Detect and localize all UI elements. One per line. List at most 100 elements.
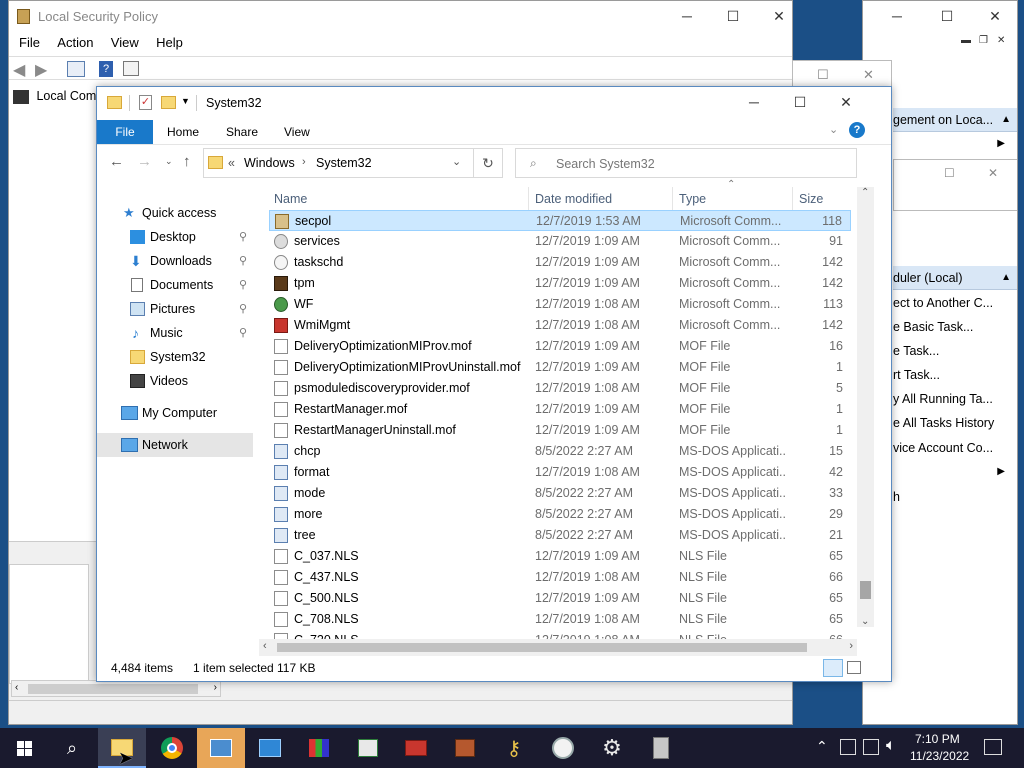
horizontal-scrollbar[interactable]: ‹ › bbox=[259, 639, 857, 656]
menu-action[interactable]: Action bbox=[57, 35, 93, 50]
taskbar-toolbox[interactable] bbox=[392, 728, 440, 768]
properties-icon[interactable] bbox=[123, 61, 139, 76]
action-service-account[interactable]: vice Account Co... bbox=[893, 441, 993, 455]
action-import-task[interactable]: rt Task... bbox=[893, 368, 940, 382]
menu-help[interactable]: Help bbox=[156, 35, 183, 50]
toolbox-file-icon bbox=[274, 318, 288, 333]
submenu-arrow-icon-2[interactable]: ▶ bbox=[997, 466, 1005, 477]
actions-header-2[interactable]: duler (Local) ▲ bbox=[893, 266, 1017, 290]
secpol-tree-root[interactable]: Local Comp bbox=[13, 87, 103, 105]
tray-network-icon[interactable] bbox=[863, 739, 879, 755]
scroll-left-icon[interactable]: ‹ bbox=[15, 682, 18, 693]
mdi-close-button[interactable]: ✕ bbox=[997, 35, 1005, 46]
mdi-restore-button[interactable]: ❐ bbox=[979, 35, 988, 46]
back-arrow-icon[interactable]: ◀ bbox=[13, 60, 25, 80]
scroll-down-icon[interactable]: ⌄ bbox=[861, 616, 869, 627]
scroll-right-icon[interactable]: › bbox=[849, 640, 853, 652]
menu-file[interactable]: File bbox=[19, 35, 40, 50]
mmc-close-button[interactable]: ✕ bbox=[975, 1, 1015, 31]
taskbar-task-scheduler[interactable] bbox=[539, 728, 587, 768]
file-type: MOF File bbox=[679, 381, 731, 395]
file-row[interactable]: RestartManager.mof 12/7/2019 1:09 AM MOF F… bbox=[269, 399, 851, 420]
file-name: C_720.NLS bbox=[294, 630, 359, 639]
search-button[interactable]: ⌕ bbox=[48, 728, 96, 768]
secpol-hscroll[interactable]: ‹ › bbox=[11, 680, 221, 697]
file-row[interactable]: WF 12/7/2019 1:08 AM Microsoft Comm... 113 bbox=[269, 294, 851, 315]
file-row[interactable]: DeliveryOptimizationMIProv.mof 12/7/2019 … bbox=[269, 336, 851, 357]
secpol-maximize-button[interactable]: ☐ bbox=[710, 1, 756, 31]
collapse-up-icon-2[interactable]: ▲ bbox=[1001, 266, 1011, 290]
file-row[interactable]: format 12/7/2019 1:08 AM MS-DOS Applicati.… bbox=[269, 462, 851, 483]
file-date: 8/5/2022 2:27 AM bbox=[535, 486, 633, 500]
tray-volume-icon[interactable]: 🔈︎ bbox=[886, 737, 896, 755]
file-type: Microsoft Comm... bbox=[680, 214, 782, 228]
file-row[interactable]: secpol 12/7/2019 1:53 AM Microsoft Comm...… bbox=[269, 210, 851, 231]
vertical-scrollbar[interactable]: ⌃ ⌄ bbox=[857, 187, 874, 627]
inner-maximize-button[interactable]: ☐ bbox=[944, 166, 955, 180]
file-row[interactable]: C_708.NLS 12/7/2019 1:08 AM NLS File 65 bbox=[269, 609, 851, 630]
tray-chevron-icon[interactable]: ⌃ bbox=[816, 738, 828, 755]
secpol-close-button[interactable]: ✕ bbox=[756, 1, 792, 31]
scroll-up-icon[interactable]: ⌃ bbox=[861, 187, 869, 198]
taskbar-app-photo[interactable] bbox=[197, 728, 245, 768]
taskbar-app-server[interactable] bbox=[637, 728, 685, 768]
mdi-minimize-button[interactable]: ▬ bbox=[961, 35, 971, 46]
file-row[interactable]: C_037.NLS 12/7/2019 1:09 AM NLS File 65 bbox=[269, 546, 851, 567]
help-icon[interactable]: ? bbox=[99, 61, 113, 77]
actions-header-1[interactable]: gement on Loca... ▲ bbox=[893, 108, 1017, 132]
taskbar-services[interactable]: ⚙ bbox=[588, 728, 636, 768]
file-row[interactable]: chcp 8/5/2022 2:27 AM MS-DOS Applicati... 1… bbox=[269, 441, 851, 462]
file-row[interactable]: taskschd 12/7/2019 1:09 AM Microsoft Comm.… bbox=[269, 252, 851, 273]
secpol-minimize-button[interactable]: ─ bbox=[664, 1, 710, 31]
action-display-running[interactable]: y All Running Ta... bbox=[893, 392, 993, 406]
collapse-up-icon[interactable]: ▲ bbox=[1001, 108, 1011, 132]
inner-close-button[interactable]: ✕ bbox=[988, 166, 998, 180]
gear-file-icon bbox=[274, 234, 288, 249]
taskbar-app-shapes[interactable] bbox=[295, 728, 343, 768]
taskbar-chrome[interactable] bbox=[148, 728, 196, 768]
file-row[interactable]: mode 8/5/2022 2:27 AM MS-DOS Applicati... 3… bbox=[269, 483, 851, 504]
secpol-titlebar[interactable]: Local Security Policy ─ ☐ ✕ bbox=[9, 1, 792, 32]
clock-date[interactable]: 11/23/2022 bbox=[910, 749, 969, 763]
forward-arrow-icon[interactable]: ▶ bbox=[35, 60, 47, 80]
file-row[interactable]: more 8/5/2022 2:27 AM MS-DOS Applicati... 2… bbox=[269, 504, 851, 525]
file-row[interactable]: C_437.NLS 12/7/2019 1:08 AM NLS File 66 bbox=[269, 567, 851, 588]
file-row[interactable]: C_720.NLS 12/7/2019 1:08 AM NLS File 66 bbox=[269, 630, 851, 639]
taskbar-app-keys[interactable]: ⚷ bbox=[490, 728, 538, 768]
clock-time[interactable]: 7:10 PM bbox=[915, 732, 960, 746]
details-view-icon[interactable] bbox=[823, 659, 843, 677]
action-create-task[interactable]: e Task... bbox=[893, 344, 939, 358]
action-enable-history[interactable]: e All Tasks History bbox=[893, 416, 994, 430]
file-row[interactable]: psmodulediscoveryprovider.mof 12/7/2019 1… bbox=[269, 378, 851, 399]
file-row[interactable]: tree 8/5/2022 2:27 AM MS-DOS Applicati... 2… bbox=[269, 525, 851, 546]
taskbar-app-package[interactable] bbox=[441, 728, 489, 768]
action-connect[interactable]: ect to Another C... bbox=[893, 296, 993, 310]
mmc-maximize-button[interactable]: ☐ bbox=[927, 1, 967, 31]
file-size: 142 bbox=[822, 255, 843, 269]
file-row[interactable]: services 12/7/2019 1:09 AM Microsoft Comm.… bbox=[269, 231, 851, 252]
notification-icon[interactable] bbox=[984, 739, 1002, 755]
scroll-thumb[interactable] bbox=[277, 643, 807, 652]
file-row[interactable]: C_500.NLS 12/7/2019 1:09 AM NLS File 65 bbox=[269, 588, 851, 609]
taskbar-app-window[interactable] bbox=[344, 728, 392, 768]
file-row[interactable]: RestartManagerUninstall.mof 12/7/2019 1:0… bbox=[269, 420, 851, 441]
mmc-minimize-button[interactable]: ─ bbox=[877, 1, 917, 31]
tray-security-icon[interactable] bbox=[840, 739, 856, 755]
file-row[interactable]: WmiMgmt 12/7/2019 1:08 AM Microsoft Comm..… bbox=[269, 315, 851, 336]
taskbar-remote-desktop[interactable] bbox=[246, 728, 294, 768]
file-row[interactable]: DeliveryOptimizationMIProvUninstall.mof 1… bbox=[269, 357, 851, 378]
start-button[interactable] bbox=[0, 728, 48, 768]
mid-dialog-maximize-button[interactable]: ☐ bbox=[817, 67, 829, 83]
action-create-basic-task[interactable]: e Basic Task... bbox=[893, 320, 973, 334]
action-refresh[interactable]: h bbox=[893, 490, 900, 504]
menu-view[interactable]: View bbox=[111, 35, 139, 50]
scroll-thumb[interactable] bbox=[860, 581, 871, 599]
scroll-right-icon[interactable]: › bbox=[214, 682, 217, 693]
scroll-thumb[interactable] bbox=[28, 684, 198, 694]
file-row[interactable]: tpm 12/7/2019 1:09 AM Microsoft Comm... 142 bbox=[269, 273, 851, 294]
submenu-arrow-icon[interactable]: ▶ bbox=[997, 138, 1005, 149]
console-tree-icon[interactable] bbox=[67, 61, 85, 77]
mid-dialog-close-button[interactable]: ✕ bbox=[863, 67, 874, 83]
scroll-left-icon[interactable]: ‹ bbox=[263, 640, 267, 652]
large-icons-view-icon[interactable] bbox=[847, 661, 861, 674]
